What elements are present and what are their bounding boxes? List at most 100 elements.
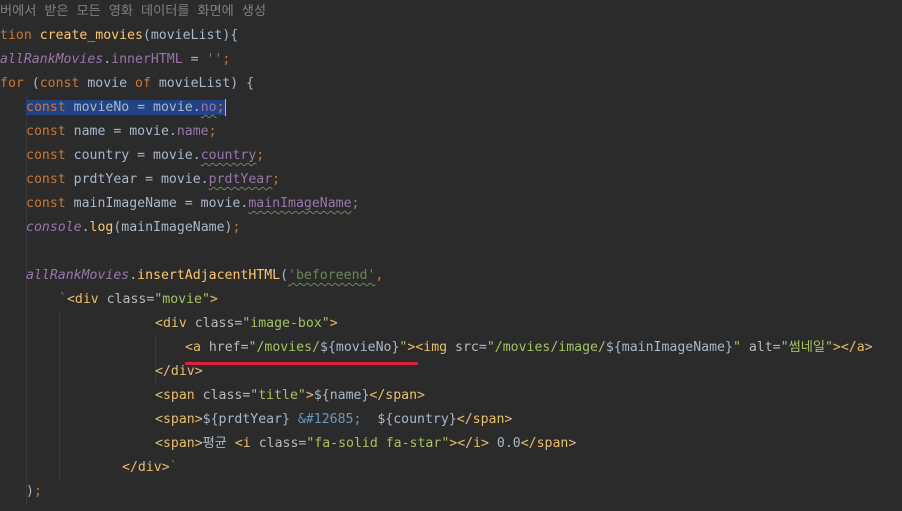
code-token: =: [240, 340, 249, 355]
code-token: const: [26, 100, 74, 115]
code-line[interactable]: <a href="/movies/${movieNo}"><img src="/…: [185, 336, 873, 360]
code-line[interactable]: `<div class="movie">: [59, 288, 218, 312]
code-token: ": [732, 340, 749, 355]
code-token: mainImageName: [248, 196, 352, 211]
code-token: 평균: [202, 436, 235, 451]
indent-guide: [59, 312, 60, 480]
code-token: <div: [155, 316, 195, 331]
code-line[interactable]: <span>평균 <i class="fa-solid fa-star"></i…: [155, 432, 576, 456]
code-token: insertAdjacentHTML: [137, 268, 281, 283]
code-line[interactable]: const country = movie.country;: [26, 144, 264, 168]
code-token: class: [202, 388, 243, 403]
code-token: 버에서 받은 모든 영화 데이터를 화면에 생성: [0, 4, 267, 19]
code-token: mainImageName = movie.: [73, 196, 249, 211]
code-token: <span>: [155, 412, 203, 427]
code-token: <div: [66, 292, 107, 307]
code-token: const: [26, 148, 74, 163]
code-line[interactable]: allRankMovies.innerHTML = '';: [0, 48, 230, 72]
code-token: href: [208, 340, 241, 355]
code-token: (: [280, 268, 289, 283]
code-token: </span>: [456, 412, 513, 427]
code-token: "title": [250, 388, 306, 403]
code-token: ,: [375, 268, 384, 283]
code-token: ${prdtYear}: [202, 412, 298, 427]
code-token: const: [26, 172, 74, 187]
code-token: </div>: [155, 364, 203, 379]
code-line[interactable]: 버에서 받은 모든 영화 데이터를 화면에 생성: [0, 0, 266, 24]
code-line[interactable]: </div>: [155, 360, 203, 384]
code-token: const: [39, 76, 88, 91]
text-caret: [224, 98, 226, 116]
code-token: >: [329, 316, 338, 331]
code-token: const: [26, 124, 74, 139]
code-line[interactable]: const mainImageName = movie.mainImageNam…: [26, 192, 359, 216]
code-token: >: [209, 292, 218, 307]
code-token: <span: [155, 388, 203, 403]
code-token: prdtYear = movie.: [73, 172, 209, 187]
code-token: '': [206, 52, 223, 67]
code-token: src: [455, 340, 479, 355]
code-line[interactable]: for (const movie of movieList) {: [0, 72, 254, 96]
code-token: ;: [351, 196, 360, 211]
code-token: log: [89, 220, 114, 235]
code-token: <a: [185, 340, 209, 355]
code-token: .: [129, 268, 138, 283]
code-token: class: [106, 292, 147, 307]
code-token: ;: [216, 100, 225, 115]
code-token: "/movies/: [248, 340, 321, 355]
code-token: "썸네일": [780, 340, 833, 355]
code-token: "movie": [154, 292, 210, 307]
code-token: allRankMovies: [26, 268, 130, 283]
code-token: for: [0, 76, 32, 91]
code-token: ;: [232, 220, 241, 235]
code-line[interactable]: <span>${prdtYear} &#12685; ${country}</s…: [155, 408, 512, 432]
code-token: const: [26, 196, 74, 211]
code-token: "/movies/image/: [486, 340, 606, 355]
code-token: prdtYear: [208, 172, 273, 187]
code-token: </span>: [369, 388, 425, 403]
code-token: <i: [234, 436, 259, 451]
code-token: >: [305, 388, 314, 403]
code-token: =: [772, 340, 781, 355]
code-token: movie: [87, 76, 135, 91]
code-line[interactable]: </div>`: [122, 456, 178, 480]
code-token: (: [31, 76, 40, 91]
code-token: ;: [208, 124, 217, 139]
code-line[interactable]: <span class="title">${name}</span>: [155, 384, 425, 408]
code-token: allRankMovies: [0, 52, 104, 67]
code-token: create_movies: [39, 28, 143, 43]
code-token: (mainImageName): [113, 220, 233, 235]
code-token: &#12685;: [297, 412, 362, 427]
code-token: ></i>: [449, 436, 489, 451]
code-line[interactable]: console.log(mainImageName);: [26, 216, 240, 240]
code-line[interactable]: <div class="image-box">: [155, 312, 338, 336]
code-token: `: [59, 292, 67, 307]
code-line[interactable]: allRankMovies.insertAdjacentHTML('before…: [26, 264, 383, 288]
code-line[interactable]: const prdtYear = movie.prdtYear;: [26, 168, 280, 192]
code-token: of: [135, 76, 159, 91]
code-token: ;: [222, 52, 231, 67]
code-token: alt: [748, 340, 773, 355]
code-token: class: [194, 316, 235, 331]
code-token: console: [26, 220, 82, 235]
code-token: class: [258, 436, 299, 451]
code-editor[interactable]: 버에서 받은 모든 영화 데이터를 화면에 생성 tion create_movi…: [0, 0, 902, 511]
code-token: country = movie.: [73, 148, 201, 163]
code-token: country: [200, 148, 257, 163]
code-token: =: [478, 340, 487, 355]
code-token: 0.0: [488, 436, 521, 451]
code-token: ;: [256, 148, 265, 163]
code-token: ;: [33, 484, 42, 499]
code-token: name: [176, 124, 209, 139]
code-line[interactable]: const movieNo = movie.no;: [26, 96, 226, 120]
code-token: ;: [272, 172, 281, 187]
code-line[interactable]: tion create_movies(movieList){: [0, 24, 238, 48]
code-token: ${name}: [313, 388, 370, 403]
code-line[interactable]: const name = movie.name;: [26, 120, 217, 144]
code-token: <span>: [155, 436, 203, 451]
code-token: movieList) {: [158, 76, 255, 91]
code-line[interactable]: );: [26, 480, 42, 504]
code-token: movieNo = movie.: [73, 100, 201, 115]
code-token: tion: [0, 28, 40, 43]
